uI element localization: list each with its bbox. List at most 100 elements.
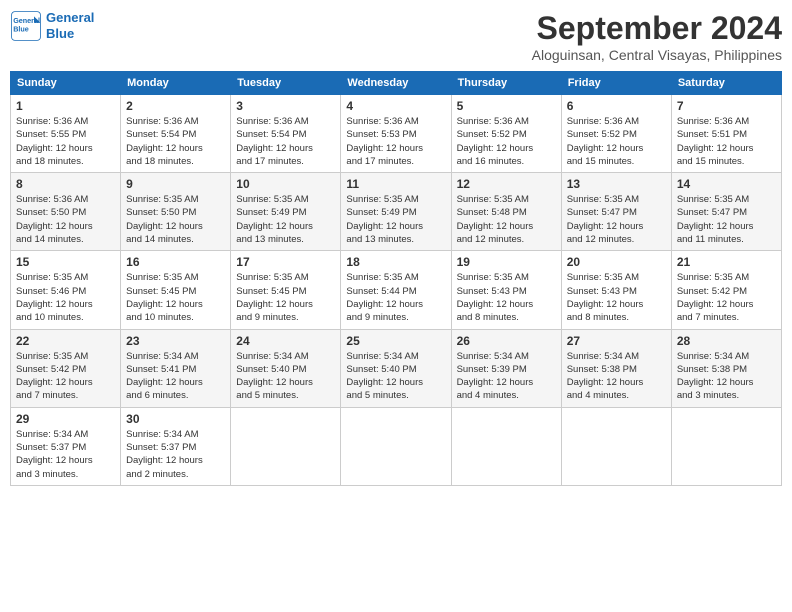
day-info: Sunrise: 5:36 AMSunset: 5:51 PMDaylight:… bbox=[677, 115, 776, 168]
day-info: Sunrise: 5:35 AMSunset: 5:45 PMDaylight:… bbox=[126, 271, 225, 324]
day-number: 26 bbox=[457, 334, 556, 348]
day-info: Sunrise: 5:34 AMSunset: 5:38 PMDaylight:… bbox=[567, 350, 666, 403]
calendar-cell: 24 Sunrise: 5:34 AMSunset: 5:40 PMDayligh… bbox=[231, 329, 341, 407]
day-info: Sunrise: 5:35 AMSunset: 5:47 PMDaylight:… bbox=[677, 193, 776, 246]
day-number: 8 bbox=[16, 177, 115, 191]
calendar-cell: 15Sunrise: 5:35 AMSunset: 5:46 PMDayligh… bbox=[11, 251, 121, 329]
calendar-cell: 29Sunrise: 5:34 AMSunset: 5:37 PMDayligh… bbox=[11, 407, 121, 485]
calendar-week-row: 1 Sunrise: 5:36 AMSunset: 5:55 PMDaylight… bbox=[11, 95, 782, 173]
calendar-cell: 11 Sunrise: 5:35 AMSunset: 5:49 PMDayligh… bbox=[341, 173, 451, 251]
weekday-header-friday: Friday bbox=[561, 72, 671, 95]
calendar-cell: 28 Sunrise: 5:34 AMSunset: 5:38 PMDayligh… bbox=[671, 329, 781, 407]
calendar-cell: 13Sunrise: 5:35 AMSunset: 5:47 PMDayligh… bbox=[561, 173, 671, 251]
day-info: Sunrise: 5:35 AMSunset: 5:47 PMDaylight:… bbox=[567, 193, 666, 246]
calendar-cell: 21 Sunrise: 5:35 AMSunset: 5:42 PMDayligh… bbox=[671, 251, 781, 329]
calendar-cell: 27Sunrise: 5:34 AMSunset: 5:38 PMDayligh… bbox=[561, 329, 671, 407]
day-info: Sunrise: 5:35 AMSunset: 5:42 PMDaylight:… bbox=[677, 271, 776, 324]
calendar-cell bbox=[451, 407, 561, 485]
calendar-cell: 22 Sunrise: 5:35 AMSunset: 5:42 PMDayligh… bbox=[11, 329, 121, 407]
month-title: September 2024 bbox=[532, 10, 782, 47]
day-info: Sunrise: 5:36 AMSunset: 5:54 PMDaylight:… bbox=[126, 115, 225, 168]
calendar-cell: 26 Sunrise: 5:34 AMSunset: 5:39 PMDayligh… bbox=[451, 329, 561, 407]
day-info: Sunrise: 5:36 AMSunset: 5:52 PMDaylight:… bbox=[457, 115, 556, 168]
day-info: Sunrise: 5:34 AMSunset: 5:41 PMDaylight:… bbox=[126, 350, 225, 403]
day-info: Sunrise: 5:35 AMSunset: 5:50 PMDaylight:… bbox=[126, 193, 225, 246]
day-info: Sunrise: 5:36 AMSunset: 5:50 PMDaylight:… bbox=[16, 193, 115, 246]
day-info: Sunrise: 5:34 AMSunset: 5:39 PMDaylight:… bbox=[457, 350, 556, 403]
day-number: 10 bbox=[236, 177, 335, 191]
calendar-cell: 19Sunrise: 5:35 AMSunset: 5:43 PMDayligh… bbox=[451, 251, 561, 329]
day-number: 11 bbox=[346, 177, 445, 191]
location-subtitle: Aloguinsan, Central Visayas, Philippines bbox=[532, 47, 782, 63]
calendar-cell: 30Sunrise: 5:34 AMSunset: 5:37 PMDayligh… bbox=[121, 407, 231, 485]
day-number: 25 bbox=[346, 334, 445, 348]
day-number: 28 bbox=[677, 334, 776, 348]
day-info: Sunrise: 5:35 AMSunset: 5:44 PMDaylight:… bbox=[346, 271, 445, 324]
calendar-cell: 3 Sunrise: 5:36 AMSunset: 5:54 PMDaylight… bbox=[231, 95, 341, 173]
page-header: General Blue General Blue September 2024… bbox=[10, 10, 782, 63]
title-block: September 2024 Aloguinsan, Central Visay… bbox=[532, 10, 782, 63]
day-number: 18 bbox=[346, 255, 445, 269]
day-number: 16 bbox=[126, 255, 225, 269]
day-number: 20 bbox=[567, 255, 666, 269]
weekday-header-tuesday: Tuesday bbox=[231, 72, 341, 95]
day-info: Sunrise: 5:35 AMSunset: 5:45 PMDaylight:… bbox=[236, 271, 335, 324]
calendar-week-row: 8 Sunrise: 5:36 AMSunset: 5:50 PMDaylight… bbox=[11, 173, 782, 251]
day-number: 30 bbox=[126, 412, 225, 426]
day-number: 24 bbox=[236, 334, 335, 348]
calendar-cell: 12 Sunrise: 5:35 AMSunset: 5:48 PMDayligh… bbox=[451, 173, 561, 251]
calendar-week-row: 29Sunrise: 5:34 AMSunset: 5:37 PMDayligh… bbox=[11, 407, 782, 485]
day-info: Sunrise: 5:36 AMSunset: 5:53 PMDaylight:… bbox=[346, 115, 445, 168]
day-number: 19 bbox=[457, 255, 556, 269]
day-number: 2 bbox=[126, 99, 225, 113]
calendar-cell: 18 Sunrise: 5:35 AMSunset: 5:44 PMDayligh… bbox=[341, 251, 451, 329]
calendar-cell: 7 Sunrise: 5:36 AMSunset: 5:51 PMDaylight… bbox=[671, 95, 781, 173]
calendar-cell: 8 Sunrise: 5:36 AMSunset: 5:50 PMDaylight… bbox=[11, 173, 121, 251]
calendar-cell: 25 Sunrise: 5:34 AMSunset: 5:40 PMDayligh… bbox=[341, 329, 451, 407]
day-info: Sunrise: 5:35 AMSunset: 5:49 PMDaylight:… bbox=[236, 193, 335, 246]
day-number: 22 bbox=[16, 334, 115, 348]
calendar-week-row: 22 Sunrise: 5:35 AMSunset: 5:42 PMDayligh… bbox=[11, 329, 782, 407]
day-number: 17 bbox=[236, 255, 335, 269]
calendar-cell: 17 Sunrise: 5:35 AMSunset: 5:45 PMDayligh… bbox=[231, 251, 341, 329]
logo-icon: General Blue bbox=[10, 10, 42, 42]
calendar-cell bbox=[671, 407, 781, 485]
day-info: Sunrise: 5:36 AMSunset: 5:54 PMDaylight:… bbox=[236, 115, 335, 168]
logo: General Blue General Blue bbox=[10, 10, 94, 42]
day-number: 12 bbox=[457, 177, 556, 191]
logo-text: General Blue bbox=[46, 10, 94, 41]
day-info: Sunrise: 5:35 AMSunset: 5:42 PMDaylight:… bbox=[16, 350, 115, 403]
day-number: 14 bbox=[677, 177, 776, 191]
calendar-cell bbox=[231, 407, 341, 485]
day-number: 3 bbox=[236, 99, 335, 113]
day-info: Sunrise: 5:36 AMSunset: 5:52 PMDaylight:… bbox=[567, 115, 666, 168]
day-number: 7 bbox=[677, 99, 776, 113]
calendar-cell: 4 Sunrise: 5:36 AMSunset: 5:53 PMDaylight… bbox=[341, 95, 451, 173]
day-info: Sunrise: 5:34 AMSunset: 5:40 PMDaylight:… bbox=[346, 350, 445, 403]
day-number: 4 bbox=[346, 99, 445, 113]
day-info: Sunrise: 5:35 AMSunset: 5:49 PMDaylight:… bbox=[346, 193, 445, 246]
calendar-week-row: 15Sunrise: 5:35 AMSunset: 5:46 PMDayligh… bbox=[11, 251, 782, 329]
day-info: Sunrise: 5:34 AMSunset: 5:38 PMDaylight:… bbox=[677, 350, 776, 403]
day-number: 5 bbox=[457, 99, 556, 113]
day-number: 23 bbox=[126, 334, 225, 348]
day-number: 1 bbox=[16, 99, 115, 113]
calendar-cell: 9 Sunrise: 5:35 AMSunset: 5:50 PMDaylight… bbox=[121, 173, 231, 251]
calendar-cell bbox=[561, 407, 671, 485]
calendar-cell: 6Sunrise: 5:36 AMSunset: 5:52 PMDaylight… bbox=[561, 95, 671, 173]
calendar-cell: 5 Sunrise: 5:36 AMSunset: 5:52 PMDaylight… bbox=[451, 95, 561, 173]
calendar-cell: 14 Sunrise: 5:35 AMSunset: 5:47 PMDayligh… bbox=[671, 173, 781, 251]
day-info: Sunrise: 5:34 AMSunset: 5:40 PMDaylight:… bbox=[236, 350, 335, 403]
calendar-cell: 10 Sunrise: 5:35 AMSunset: 5:49 PMDayligh… bbox=[231, 173, 341, 251]
day-number: 21 bbox=[677, 255, 776, 269]
weekday-header-wednesday: Wednesday bbox=[341, 72, 451, 95]
calendar-cell: 23 Sunrise: 5:34 AMSunset: 5:41 PMDayligh… bbox=[121, 329, 231, 407]
calendar-cell: 1 Sunrise: 5:36 AMSunset: 5:55 PMDaylight… bbox=[11, 95, 121, 173]
day-info: Sunrise: 5:35 AMSunset: 5:46 PMDaylight:… bbox=[16, 271, 115, 324]
day-info: Sunrise: 5:36 AMSunset: 5:55 PMDaylight:… bbox=[16, 115, 115, 168]
calendar-cell: 20Sunrise: 5:35 AMSunset: 5:43 PMDayligh… bbox=[561, 251, 671, 329]
weekday-header-sunday: Sunday bbox=[11, 72, 121, 95]
day-number: 9 bbox=[126, 177, 225, 191]
day-info: Sunrise: 5:35 AMSunset: 5:48 PMDaylight:… bbox=[457, 193, 556, 246]
calendar-cell bbox=[341, 407, 451, 485]
